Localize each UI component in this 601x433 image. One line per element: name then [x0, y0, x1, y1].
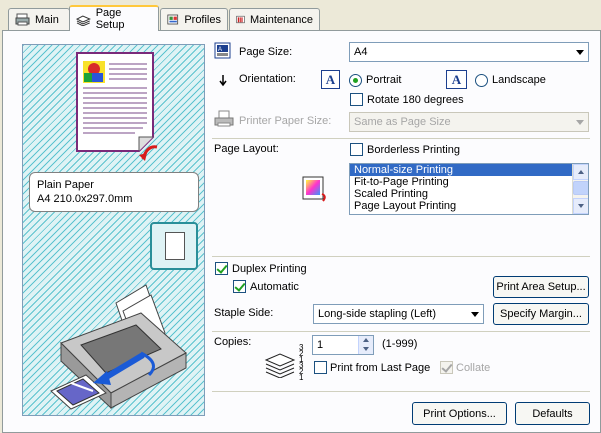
print-from-last-label[interactable]: Print from Last Page — [330, 362, 430, 374]
tools-icon — [236, 15, 245, 24]
list-item[interactable]: Fit-to-Page Printing — [350, 176, 572, 188]
printer-paper-size-value: Same as Page Size — [354, 116, 451, 128]
page-size-value: A4 — [354, 46, 368, 58]
divider — [212, 256, 590, 257]
list-scrollbar[interactable] — [572, 164, 588, 214]
printer-paper-icon — [214, 110, 234, 127]
document-preview-icon — [76, 52, 158, 161]
borderless-label[interactable]: Borderless Printing — [367, 144, 460, 156]
tab-profiles[interactable]: Profiles — [160, 8, 228, 30]
orientation-preview — [150, 222, 198, 270]
arrow-down-icon — [219, 75, 227, 87]
chevron-down-icon — [578, 204, 584, 208]
chevron-down-icon — [576, 120, 584, 125]
chevron-up-icon[interactable] — [363, 338, 369, 342]
chevron-down-icon — [576, 50, 584, 55]
automatic-label[interactable]: Automatic — [250, 281, 299, 293]
landscape-a-icon: A — [446, 70, 467, 89]
page-layout-icon — [302, 176, 326, 202]
scroll-up-button[interactable] — [573, 164, 588, 180]
list-item[interactable]: Normal-size Printing — [350, 164, 572, 176]
tab-main[interactable]: Main — [8, 8, 70, 30]
chevron-down-icon[interactable] — [363, 347, 369, 351]
tab-label: Page Setup — [95, 7, 125, 31]
landscape-label[interactable]: Landscape — [492, 74, 546, 86]
page-stack-icon — [264, 353, 296, 378]
tab-strip: Main Page Setup Profiles Maintenance — [0, 0, 601, 31]
printer-paper-size-label: Printer Paper Size: — [239, 115, 332, 127]
borderless-checkbox[interactable] — [350, 143, 363, 156]
orientation-label: Orientation: — [239, 73, 296, 85]
print-area-setup-button[interactable]: Print Area Setup... — [493, 276, 589, 298]
divider — [212, 138, 590, 139]
printer-duplex-illustration — [50, 284, 187, 410]
collate-checkbox[interactable] — [440, 361, 453, 374]
tab-page-setup[interactable]: Page Setup — [69, 5, 159, 31]
staple-side-select[interactable]: Long-side stapling (Left) — [313, 304, 484, 324]
defaults-button[interactable]: Defaults — [515, 402, 590, 425]
chevron-down-icon — [471, 312, 479, 317]
collate-label[interactable]: Collate — [456, 362, 490, 374]
paper-dimensions: A4 210.0x297.0mm — [37, 193, 133, 205]
copies-spinner[interactable]: 1 — [312, 335, 374, 355]
staple-side-value: Long-side stapling (Left) — [318, 308, 437, 320]
spinner-buttons[interactable] — [358, 336, 373, 354]
profiles-icon — [167, 14, 179, 25]
tab-label: Profiles — [184, 13, 221, 26]
paper-type: Plain Paper — [37, 179, 94, 191]
portrait-label[interactable]: Portrait — [366, 74, 401, 86]
portrait-radio[interactable] — [349, 74, 362, 87]
print-from-last-checkbox[interactable] — [314, 361, 327, 374]
landscape-radio[interactable] — [475, 74, 488, 87]
specify-margin-button[interactable]: Specify Margin... — [493, 303, 589, 325]
portrait-page-icon — [165, 232, 185, 260]
tab-label: Maintenance — [250, 13, 313, 26]
page-size-select[interactable]: A4 — [349, 42, 589, 62]
printer-icon — [15, 13, 30, 26]
page-order-digits: 3 2 1 3 2 1 — [299, 343, 304, 382]
page-size-icon: A — [214, 42, 231, 59]
list-item[interactable]: Page Layout Printing — [350, 200, 572, 212]
duplex-checkbox[interactable] — [215, 262, 228, 275]
page-size-label: Page Size: — [239, 46, 293, 58]
copies-range: (1-999) — [382, 338, 418, 350]
automatic-checkbox[interactable] — [233, 280, 246, 293]
paper-info-box: Plain Paper A4 210.0x297.0mm — [29, 172, 199, 212]
copies-value: 1 — [317, 339, 324, 351]
printer-paper-size-select[interactable]: Same as Page Size — [349, 112, 589, 132]
scroll-thumb[interactable] — [573, 181, 588, 195]
tab-maintenance[interactable]: Maintenance — [229, 8, 320, 30]
scroll-down-button[interactable] — [573, 198, 588, 214]
page-layout-label: Page Layout: — [214, 143, 279, 155]
divider — [212, 331, 590, 332]
rotate-180-checkbox[interactable] — [350, 93, 363, 106]
portrait-a-icon: A — [321, 70, 340, 89]
svg-text:A: A — [218, 47, 222, 53]
list-item[interactable]: Scaled Printing — [350, 188, 572, 200]
rotate-180-label[interactable]: Rotate 180 degrees — [367, 94, 464, 106]
tab-label: Main — [35, 13, 59, 26]
copies-label: Copies: — [214, 336, 252, 348]
chevron-up-icon — [578, 170, 584, 174]
print-options-button[interactable]: Print Options... — [412, 402, 507, 425]
divider — [212, 391, 590, 392]
page-stack-icon — [76, 15, 91, 26]
duplex-label[interactable]: Duplex Printing — [232, 263, 307, 275]
page-layout-list[interactable]: Normal-size Printing Fit-to-Page Printin… — [349, 163, 589, 215]
staple-side-label: Staple Side: — [214, 307, 274, 319]
